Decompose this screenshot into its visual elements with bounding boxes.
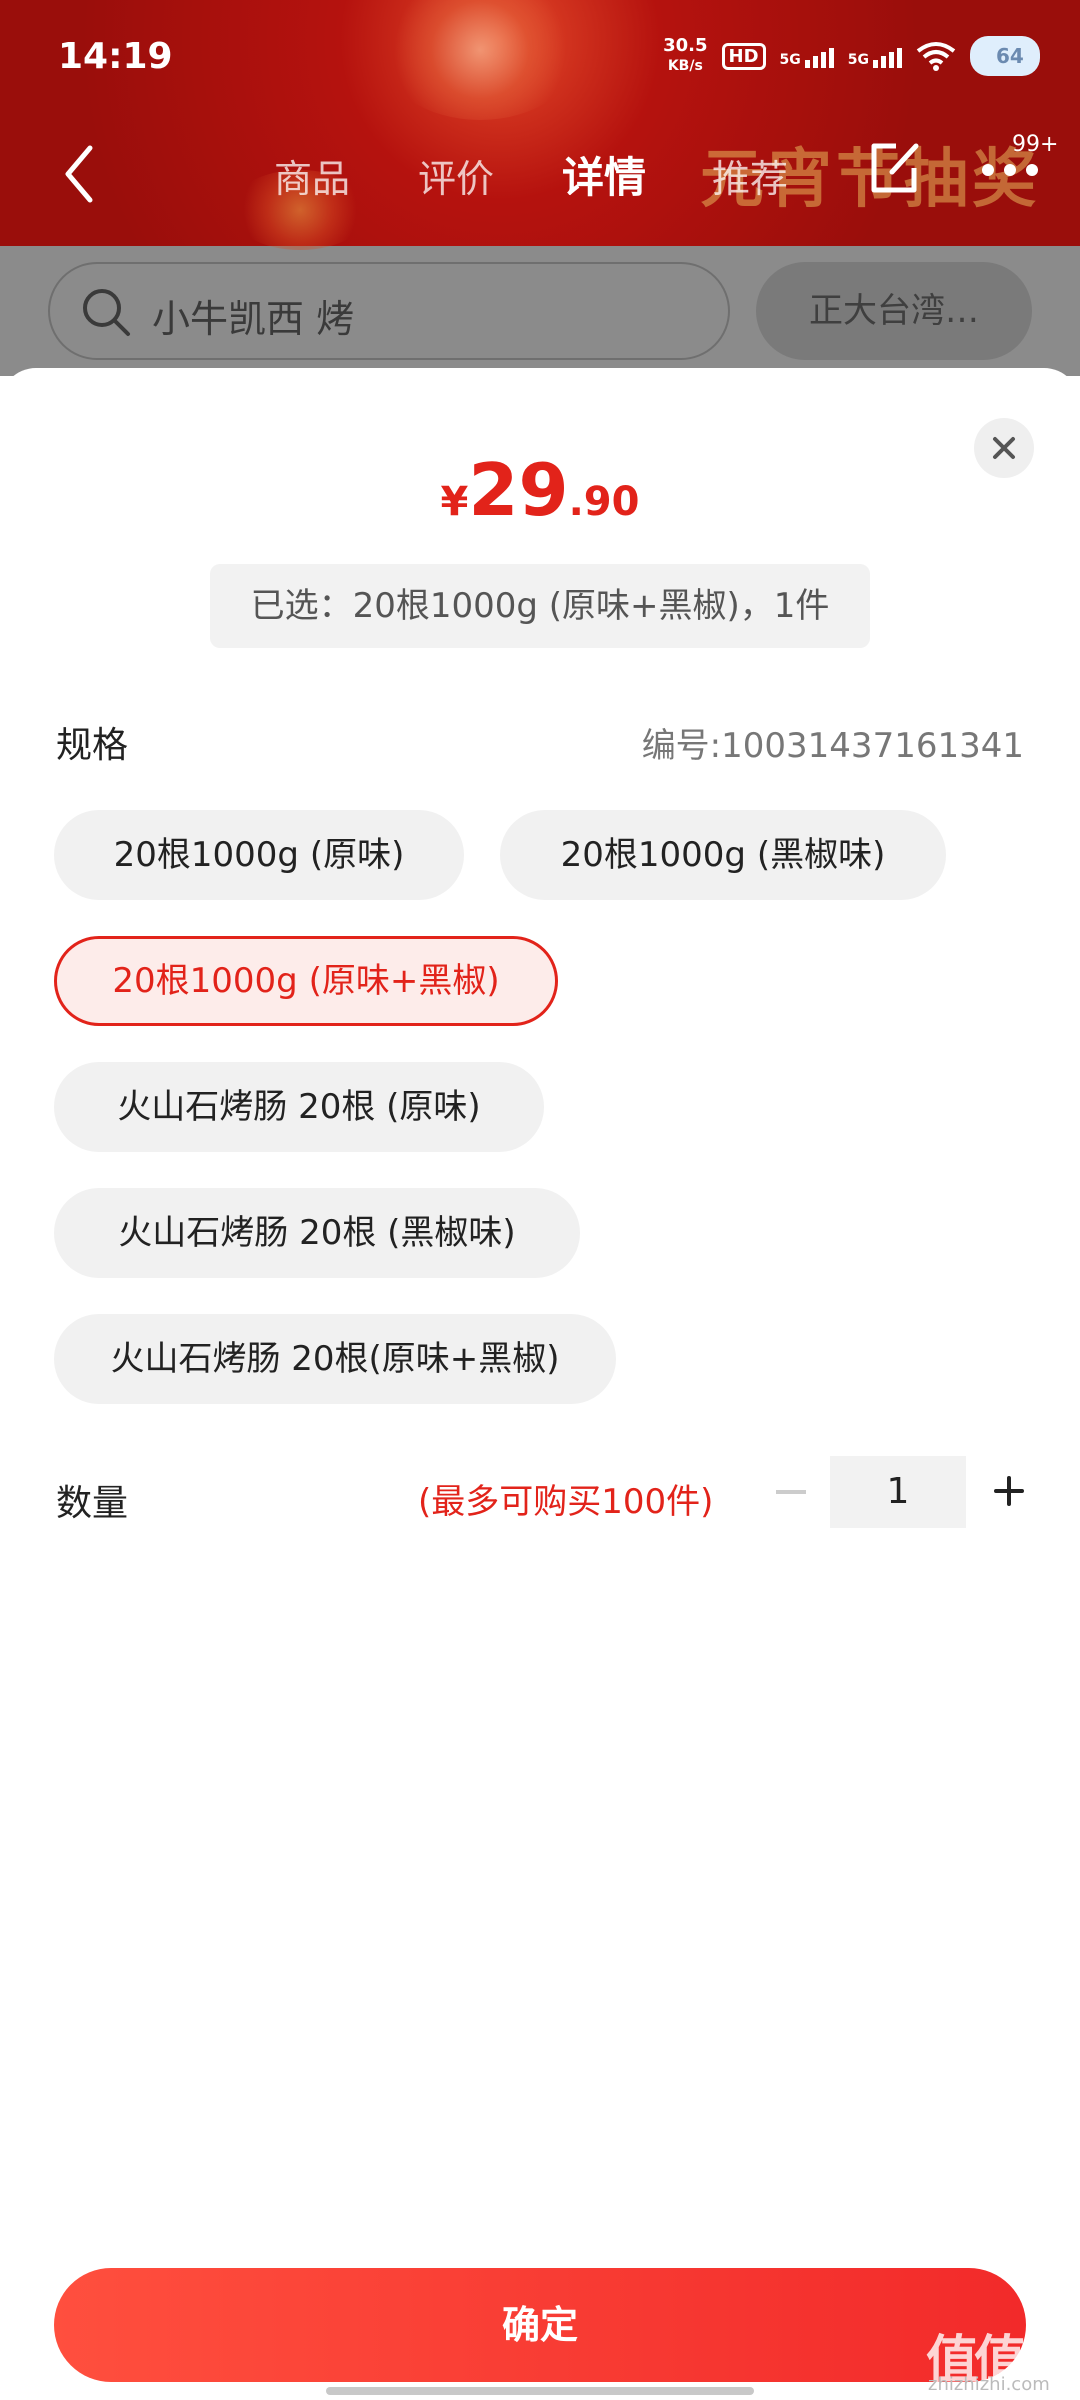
- price: ¥29.90: [0, 448, 1080, 532]
- tab-product[interactable]: 商品: [274, 148, 350, 203]
- status-bar: 14:19 30.5 KB/s HD 5G 5G 64: [0, 0, 1080, 110]
- confirm-button[interactable]: 确定: [54, 2268, 1026, 2382]
- battery-icon: 64: [970, 36, 1040, 76]
- spec-option[interactable]: 火山石烤肠 20根 (原味): [54, 1062, 544, 1152]
- top-nav: 元宵节抽奖 商品 评价 详情 推荐 99+: [0, 120, 1080, 220]
- search-icon: [83, 289, 130, 336]
- price-decimal: .90: [568, 479, 640, 525]
- price-integer: 29: [468, 448, 569, 532]
- spec-option-selected[interactable]: 20根1000g (原味+黑椒): [54, 936, 558, 1026]
- spec-label: 规格: [56, 725, 129, 766]
- quantity-label: 数量: [56, 1483, 129, 1524]
- status-icons: 30.5 KB/s HD 5G 5G 64: [663, 36, 1040, 76]
- net-speed-value: 30.5: [663, 35, 708, 56]
- watermark-domain: zhizhizhi.com: [928, 2374, 1050, 2395]
- signal-label-1: 5G: [779, 52, 801, 68]
- net-speed: 30.5 KB/s: [663, 36, 707, 76]
- net-speed-unit: KB/s: [667, 58, 703, 74]
- hd-icon: HD: [721, 42, 766, 70]
- minus-icon[interactable]: [776, 1490, 806, 1494]
- signal-icon: 5G: [780, 44, 834, 68]
- spec-option[interactable]: 20根1000g (黑椒味): [500, 810, 946, 900]
- spec-option[interactable]: 火山石烤肠 20根(原味+黑椒): [54, 1314, 616, 1404]
- signal-label-2: 5G: [847, 52, 869, 68]
- battery-level: 64: [996, 44, 1024, 68]
- tab-reviews[interactable]: 评价: [418, 148, 494, 203]
- brand-chip[interactable]: 正大台湾…: [756, 262, 1032, 360]
- tab-details[interactable]: 详情: [562, 144, 646, 205]
- spec-option[interactable]: 火山石烤肠 20根 (黑椒味): [54, 1188, 580, 1278]
- quantity-input[interactable]: 1: [830, 1456, 966, 1528]
- price-currency: ¥: [440, 479, 469, 525]
- home-indicator[interactable]: [326, 2387, 754, 2395]
- more-icon[interactable]: [980, 160, 1040, 180]
- signal-icon: 5G: [848, 44, 902, 68]
- share-icon[interactable]: [866, 138, 922, 198]
- selected-summary: 已选：20根1000g (原味+黑椒)，1件: [210, 564, 870, 648]
- message-badge: 99+: [1012, 132, 1059, 157]
- sku-code: 编号:10031437161341: [641, 726, 1024, 766]
- search-bar[interactable]: 小牛凯西 烤: [48, 262, 730, 360]
- back-arrow-icon[interactable]: [60, 144, 100, 204]
- plus-icon[interactable]: [994, 1476, 1024, 1506]
- wifi-icon: [916, 42, 956, 71]
- status-time: 14:19: [58, 36, 173, 77]
- quantity-limit-hint: (最多可购买100件): [418, 1482, 714, 1522]
- spec-option[interactable]: 20根1000g (原味): [54, 810, 464, 900]
- tab-recommend[interactable]: 推荐: [712, 148, 788, 203]
- search-query: 小牛凯西 烤: [152, 297, 355, 341]
